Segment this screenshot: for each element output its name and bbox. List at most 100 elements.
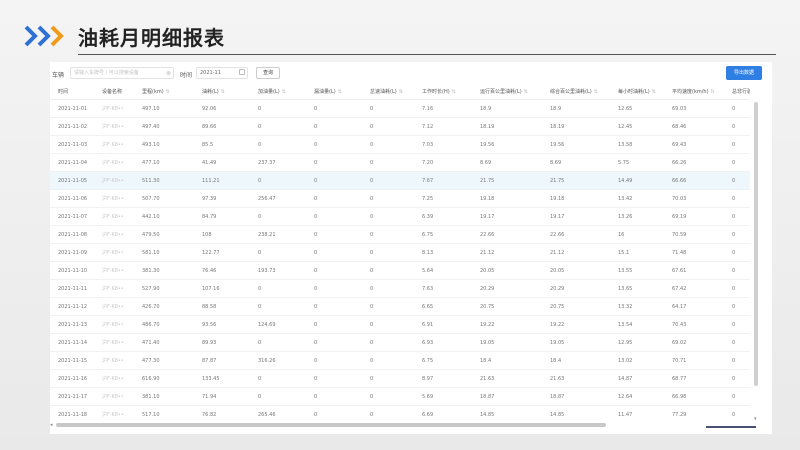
sort-icon[interactable]: ⇅ <box>452 89 456 95</box>
table-cell: 92.06 <box>202 106 217 112</box>
table-row[interactable]: 2021-11-09 沪F·K8•• 581.10 122.77 0 0 0 8.13 21.1… <box>50 244 750 262</box>
table-cell: 21.63 <box>480 376 495 382</box>
column-header[interactable]: 漏油量(L) ⇅ <box>314 84 342 100</box>
vehicle-label: 车辆 <box>52 72 65 79</box>
table-cell: 6.39 <box>422 214 434 220</box>
chevron-right-icon <box>24 24 72 48</box>
column-header[interactable]: 每小时油耗(L) ⇅ <box>618 84 656 100</box>
clear-icon[interactable]: ⊗ <box>166 70 171 77</box>
table-row[interactable]: 2021-11-12 沪F·K8•• 426.70 88.58 0 0 0 6.65 20.75… <box>50 298 750 316</box>
column-header-label: 每小时油耗(L) <box>618 89 650 95</box>
table-cell: 13.32 <box>618 304 633 310</box>
table-row[interactable]: 2021-11-08 沪F·K8•• 479.50 108 238.21 0 0 6.75 22… <box>50 226 750 244</box>
table-cell: 67.42 <box>672 286 687 292</box>
table-cell: 616.90 <box>142 376 160 382</box>
table-cell: 16 <box>618 232 625 238</box>
sort-icon[interactable]: ⇅ <box>594 89 598 95</box>
table-cell: 18.4 <box>550 358 562 364</box>
table-cell: 493.10 <box>142 142 160 148</box>
table-cell: 沪F·K8•• <box>102 124 124 130</box>
table-cell: 6.69 <box>422 412 434 418</box>
export-button[interactable]: 导出数据 <box>726 66 762 80</box>
table-cell: 14.49 <box>618 178 633 184</box>
table-cell: 122.77 <box>202 250 220 256</box>
table-cell: 20.75 <box>480 304 495 310</box>
table-row[interactable]: 2021-11-04 沪F·K8•• 477.10 41.49 237.37 0 0 7.20… <box>50 154 750 172</box>
data-table: 时间 设备名称 里程(km) ⇅ 油耗(L) ⇅ 加油量(L) ⇅ 漏油量(L) ⇅ 怠速油耗(L)… <box>50 84 750 420</box>
table-row[interactable]: 2021-11-02 沪F·K8•• 497.40 89.66 0 0 0 7.12 18.19… <box>50 118 750 136</box>
sort-icon[interactable]: ⇅ <box>221 89 225 95</box>
sort-icon[interactable]: ⇅ <box>282 89 286 95</box>
table-cell: 517.10 <box>142 412 160 418</box>
column-header[interactable]: 运行百公里油耗(L) ⇅ <box>480 84 528 100</box>
column-header[interactable]: 综合百公里油耗(L) ⇅ <box>550 84 598 100</box>
table-row[interactable]: 2021-11-13 沪F·K8•• 486.70 93.56 124.69 0 0 6.91… <box>50 316 750 334</box>
column-header[interactable]: 油耗(L) ⇅ <box>202 84 225 100</box>
vertical-scrollbar[interactable] <box>754 102 758 386</box>
table-row[interactable]: 2021-11-05 沪F·K8•• 511.30 111.21 0 0 0 7.67 21.7… <box>50 172 750 190</box>
table-cell: 5.75 <box>618 160 630 166</box>
table-cell: 70.71 <box>672 358 687 364</box>
table-row[interactable]: 2021-11-10 沪F·K8•• 381.30 76.46 193.73 0 0 5.64… <box>50 262 750 280</box>
table-row[interactable]: 2021-11-15 沪F·K8•• 477.30 87.87 316.26 0 0 6.75… <box>50 352 750 370</box>
table-cell: 18.19 <box>480 124 495 130</box>
query-button[interactable]: 查询 <box>256 67 280 79</box>
table-cell: 7.16 <box>422 106 434 112</box>
table-row[interactable]: 2021-11-11 沪F·K8•• 527.90 107.16 0 0 0 7.63 20.2… <box>50 280 750 298</box>
table-cell: 64.17 <box>672 304 687 310</box>
table-cell: 13.54 <box>618 322 633 328</box>
table-row[interactable]: 2021-11-18 沪F·K8•• 517.10 76.82 265.46 0 0 6.69… <box>50 406 750 420</box>
horizontal-scroll-thumb[interactable] <box>56 423 606 427</box>
table-cell: 13.42 <box>618 196 633 202</box>
table-cell: 0 <box>370 268 374 274</box>
table-cell: 22.66 <box>480 232 495 238</box>
column-header[interactable]: 怠速油耗(L) ⇅ <box>370 84 403 100</box>
table-cell: 69.03 <box>672 106 687 112</box>
column-header[interactable]: 工作时长(H) ⇅ <box>422 84 456 100</box>
table-row[interactable]: 2021-11-17 沪F·K8•• 381.10 71.94 0 0 0 5.69 18.87… <box>50 388 750 406</box>
table-row[interactable]: 2021-11-07 沪F·K8•• 442.10 84.79 0 0 0 6.39 19.17… <box>50 208 750 226</box>
table-cell: 19.18 <box>480 196 495 202</box>
table-cell: 0 <box>314 322 318 328</box>
table-cell: 89.93 <box>202 340 217 346</box>
sort-icon[interactable]: ⇅ <box>338 89 342 95</box>
table-cell: 0 <box>258 394 262 400</box>
table-row[interactable]: 2021-11-06 沪F·K8•• 507.70 97.39 256.47 0 0 7.25… <box>50 190 750 208</box>
table-row[interactable]: 2021-11-16 沪F·K8•• 616.90 133.45 0 0 0 8.97 21.6… <box>50 370 750 388</box>
table-row[interactable]: 2021-11-14 沪F·K8•• 471.40 89.93 0 0 0 6.93 19.05… <box>50 334 750 352</box>
scroll-left-icon[interactable]: ◂ <box>50 422 53 428</box>
table-cell: 15.1 <box>618 250 630 256</box>
report-panel: 车辆 请输入车牌号 / 可以搜索设备 ⊗ 时间 2021-11 查询 导出数据 … <box>50 62 772 434</box>
table-cell: 97.39 <box>202 196 217 202</box>
table-row[interactable]: 2021-11-01 沪F·K8•• 497.10 92.06 0 0 0 7.16 18.9 1… <box>50 100 750 118</box>
table-cell: 沪F·K8•• <box>102 106 124 112</box>
table-cell: 18.19 <box>550 124 565 130</box>
table-cell: 6.91 <box>422 322 434 328</box>
column-header[interactable]: 加油量(L) ⇅ <box>258 84 286 100</box>
table-cell: 381.10 <box>142 394 160 400</box>
table-cell: 0 <box>258 124 262 130</box>
sort-icon[interactable]: ⇅ <box>652 89 656 95</box>
sort-icon[interactable]: ⇅ <box>399 89 403 95</box>
column-header[interactable]: 里程(km) ⇅ <box>142 84 170 100</box>
header-divider <box>78 54 776 55</box>
column-header[interactable]: 平均速度(km/h) ⇅ <box>672 84 715 100</box>
table-cell: 93.56 <box>202 322 217 328</box>
calendar-icon[interactable] <box>239 69 245 75</box>
sort-icon[interactable]: ⇅ <box>711 89 715 95</box>
sort-icon[interactable]: ⇅ <box>166 89 170 95</box>
table-cell: 0 <box>314 376 318 382</box>
table-cell: 0 <box>314 124 318 130</box>
vehicle-input[interactable]: 请输入车牌号 / 可以搜索设备 <box>70 67 174 79</box>
table-cell: 18.9 <box>550 106 562 112</box>
table-cell: 108 <box>202 232 212 238</box>
table-cell: 84.79 <box>202 214 217 220</box>
table-cell: 527.90 <box>142 286 160 292</box>
sort-icon[interactable]: ⇅ <box>524 89 528 95</box>
column-header-label: 里程(km) <box>142 89 164 95</box>
horizontal-scrollbar[interactable]: ◂ <box>50 422 750 428</box>
table-row[interactable]: 2021-11-03 沪F·K8•• 493.10 85.5 0 0 0 7.03 19.56 1… <box>50 136 750 154</box>
scroll-down-icon[interactable]: ▾ <box>754 416 757 422</box>
table-cell: 581.10 <box>142 250 160 256</box>
table-cell: 511.30 <box>142 178 160 184</box>
